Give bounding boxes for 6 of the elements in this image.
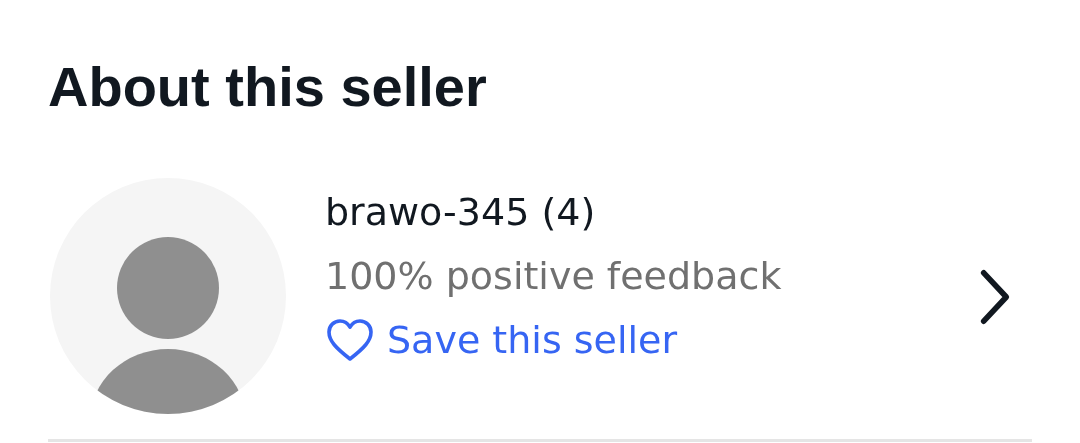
section-title: About this seller	[48, 54, 488, 120]
save-seller-link[interactable]: Save this seller	[325, 318, 678, 362]
seller-name: brawo-345 (4)	[325, 190, 597, 234]
feedback-score: 100% positive feedback	[325, 254, 783, 298]
chevron-right-icon[interactable]	[978, 268, 1012, 326]
avatar-icon	[48, 176, 288, 416]
